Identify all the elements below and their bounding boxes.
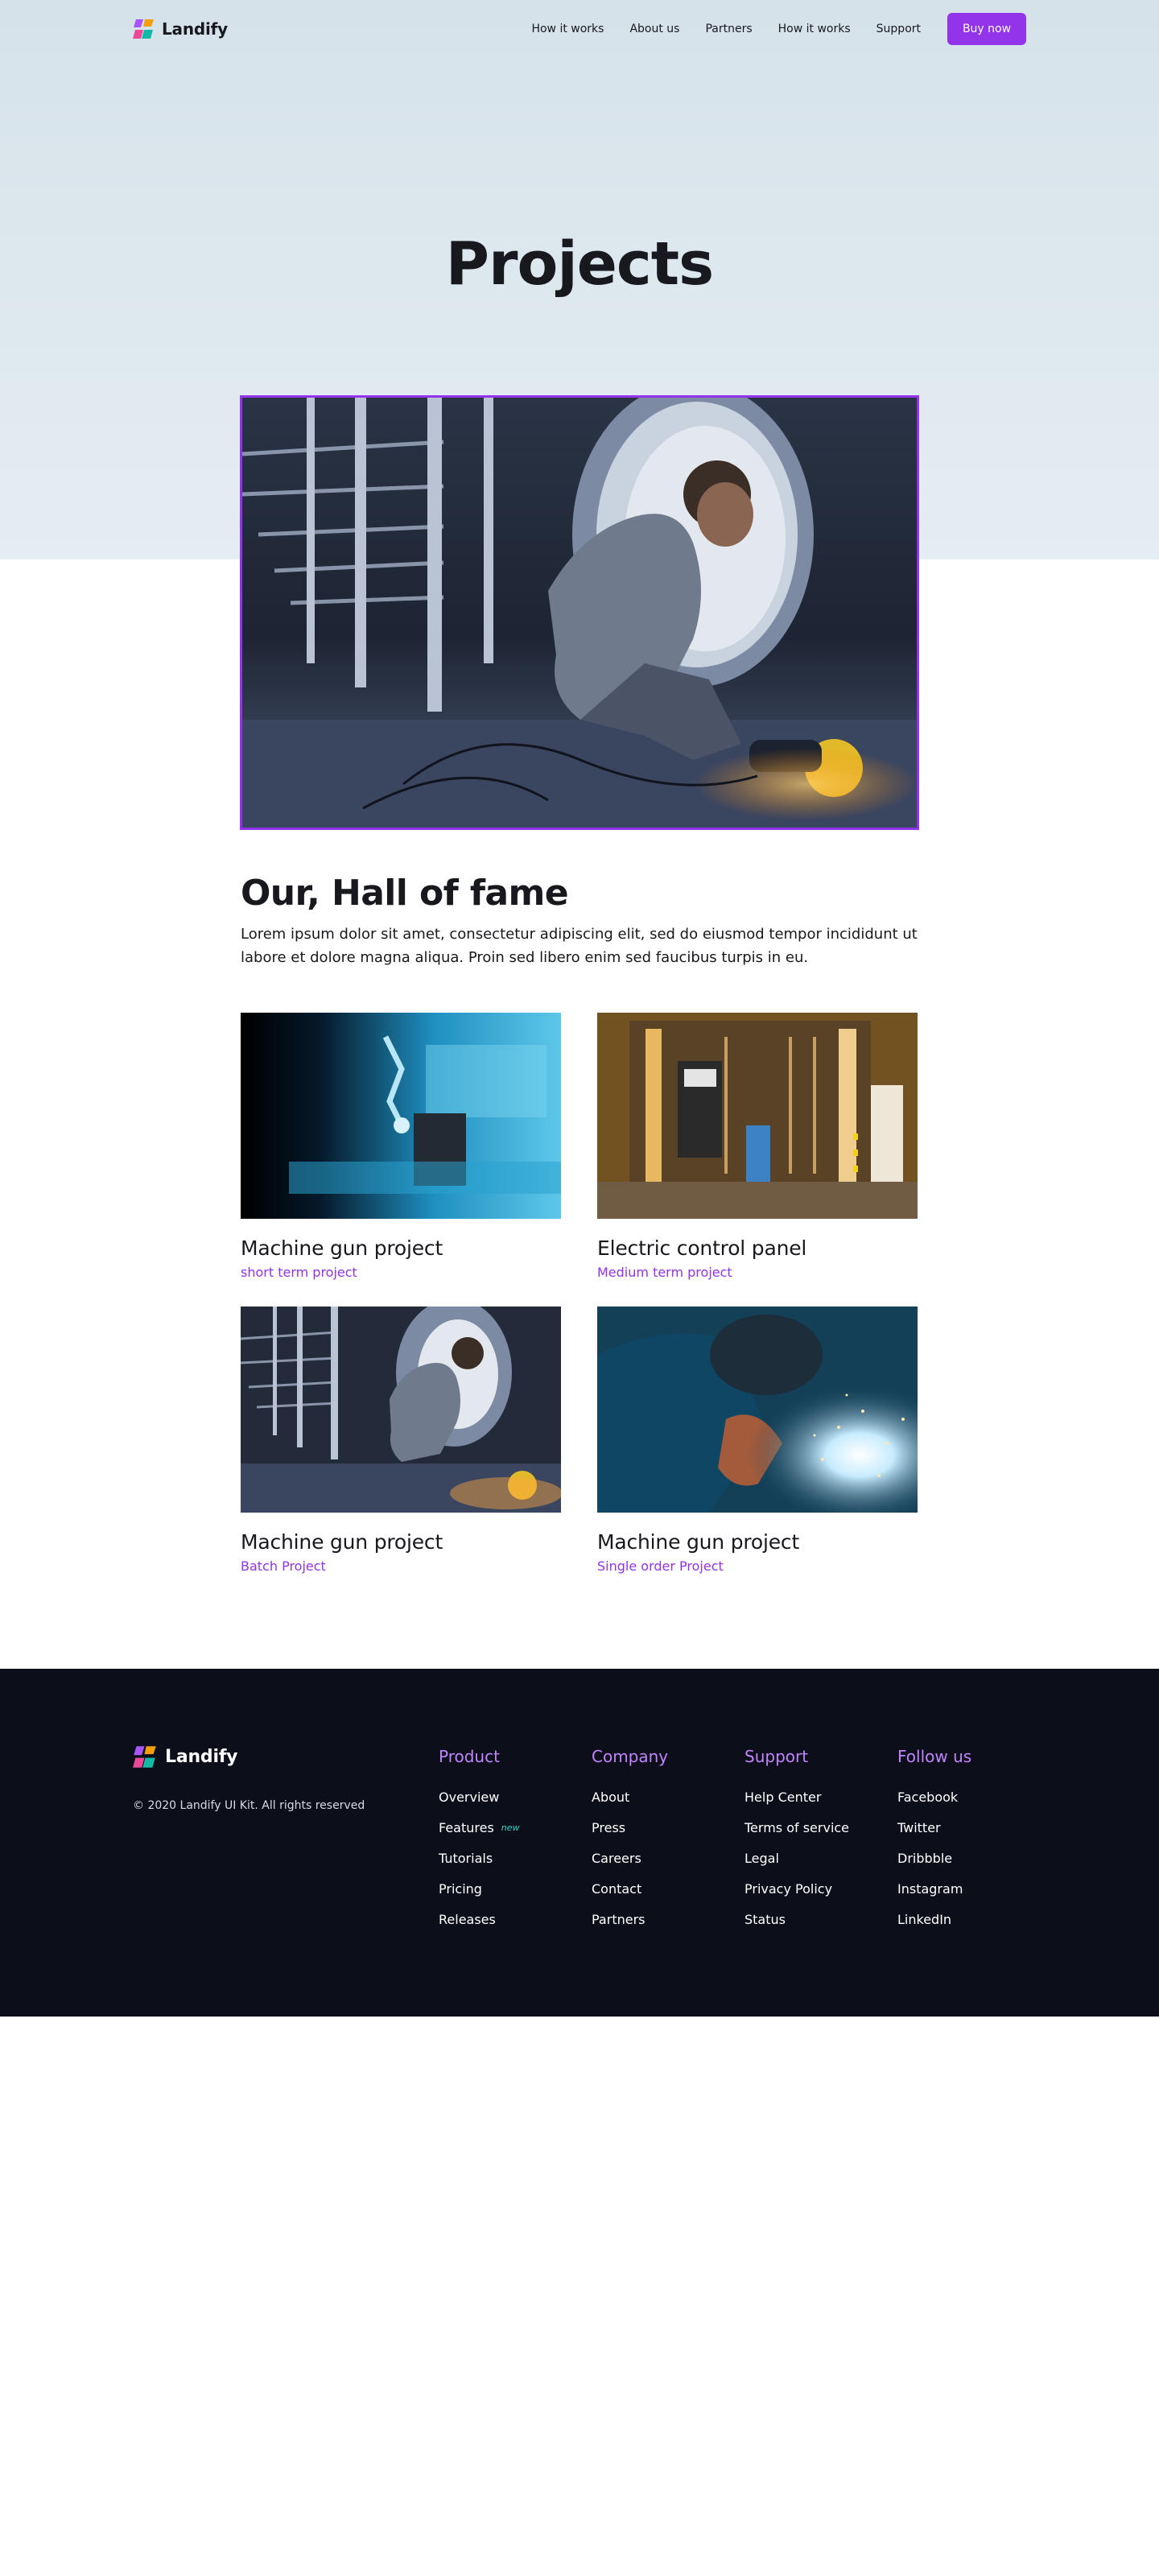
nav-link-how-it-works[interactable]: How it works <box>531 23 604 35</box>
footer-link-careers[interactable]: Careers <box>592 1850 668 1868</box>
project-card[interactable]: Machine gun project Batch Project <box>241 1307 561 1600</box>
footer-column-company: Company About Press Careers Contact Part… <box>592 1745 668 1942</box>
project-title: Machine gun project <box>597 1530 800 1554</box>
footer-column-support: Support Help Center Terms of service Leg… <box>744 1745 849 1942</box>
project-title: Machine gun project <box>241 1236 443 1260</box>
landify-logo-icon <box>133 19 154 39</box>
nav-link-how-it-works-2[interactable]: How it works <box>778 23 851 35</box>
nav-link-partners[interactable]: Partners <box>705 23 752 35</box>
project-title: Electric control panel <box>597 1236 807 1260</box>
project-subtitle: Single order Project <box>597 1558 724 1574</box>
footer-link-releases[interactable]: Releases <box>439 1911 520 1929</box>
welder-sparks-image <box>597 1307 918 1513</box>
hall-of-fame-section: Our, Hall of fame Lorem ipsum dolor sit … <box>241 871 918 969</box>
footer-link-twitter[interactable]: Twitter <box>897 1819 971 1837</box>
project-card[interactable]: Machine gun project short term project <box>241 1013 561 1307</box>
project-subtitle: Medium term project <box>597 1265 732 1280</box>
brand[interactable]: Landify <box>133 18 228 40</box>
project-subtitle: Batch Project <box>241 1558 326 1574</box>
footer-link-instagram[interactable]: Instagram <box>897 1880 971 1898</box>
footer-link-pricing[interactable]: Pricing <box>439 1880 520 1898</box>
footer-column-title: Support <box>744 1747 809 1766</box>
footer-link-partners[interactable]: Partners <box>592 1911 668 1929</box>
footer-column-follow-us: Follow us Facebook Twitter Dribbble Inst… <box>897 1745 971 1942</box>
project-subtitle: short term project <box>241 1265 357 1280</box>
footer-link-dribbble[interactable]: Dribbble <box>897 1850 971 1868</box>
footer-column-title: Company <box>592 1747 669 1766</box>
project-card[interactable]: Machine gun project Single order Project <box>597 1307 918 1600</box>
footer-link-facebook[interactable]: Facebook <box>897 1789 971 1806</box>
footer-link-legal[interactable]: Legal <box>744 1850 849 1868</box>
footer-column-title: Follow us <box>897 1747 972 1766</box>
projects-grid: Machine gun project short term project E… <box>241 1013 918 1600</box>
footer-link-help-center[interactable]: Help Center <box>744 1789 849 1806</box>
footer-link-terms[interactable]: Terms of service <box>744 1819 849 1837</box>
section-description: Lorem ipsum dolor sit amet, consectetur … <box>241 926 918 966</box>
nav-link-about-us[interactable]: About us <box>629 23 679 35</box>
footer-link-privacy[interactable]: Privacy Policy <box>744 1880 849 1898</box>
brand-name: Landify <box>162 19 228 39</box>
new-badge: new <box>501 1823 520 1833</box>
footer: Landify © 2020 Landify UI Kit. All right… <box>0 1669 1159 2017</box>
worker-grinding-image <box>241 1307 561 1513</box>
footer-link-contact[interactable]: Contact <box>592 1880 668 1898</box>
robot-arm-lab-image <box>241 1013 561 1219</box>
footer-link-tutorials[interactable]: Tutorials <box>439 1850 520 1868</box>
footer-link-about[interactable]: About <box>592 1789 668 1806</box>
footer-column-title: Product <box>439 1747 500 1766</box>
hero-project-image <box>240 395 919 830</box>
nav-menu: How it works About us Partners How it wo… <box>531 13 1026 45</box>
footer-link-overview[interactable]: Overview <box>439 1789 520 1806</box>
section-title: Our, Hall of fame <box>241 873 569 914</box>
footer-link-features[interactable]: Features new <box>439 1819 520 1837</box>
control-panel-room-image <box>597 1013 918 1219</box>
copyright-text: © 2020 Landify UI Kit. All rights reserv… <box>133 1799 365 1812</box>
landify-logo-icon <box>133 1746 156 1768</box>
nav-link-support[interactable]: Support <box>876 23 921 35</box>
page-title: Projects <box>445 229 714 299</box>
footer-brand[interactable]: Landify <box>133 1744 238 1769</box>
project-card[interactable]: Electric control panel Medium term proje… <box>597 1013 918 1307</box>
footer-link-linkedin[interactable]: LinkedIn <box>897 1911 971 1929</box>
top-navigation: Landify How it works About us Partners H… <box>133 13 1026 45</box>
footer-column-product: Product Overview Features new Tutorials P… <box>439 1745 520 1942</box>
buy-now-button[interactable]: Buy now <box>947 13 1026 45</box>
footer-brand-name: Landify <box>165 1747 238 1767</box>
project-title: Machine gun project <box>241 1530 443 1554</box>
worker-grinding-photo <box>242 398 917 828</box>
footer-link-press[interactable]: Press <box>592 1819 668 1837</box>
footer-link-status[interactable]: Status <box>744 1911 849 1929</box>
